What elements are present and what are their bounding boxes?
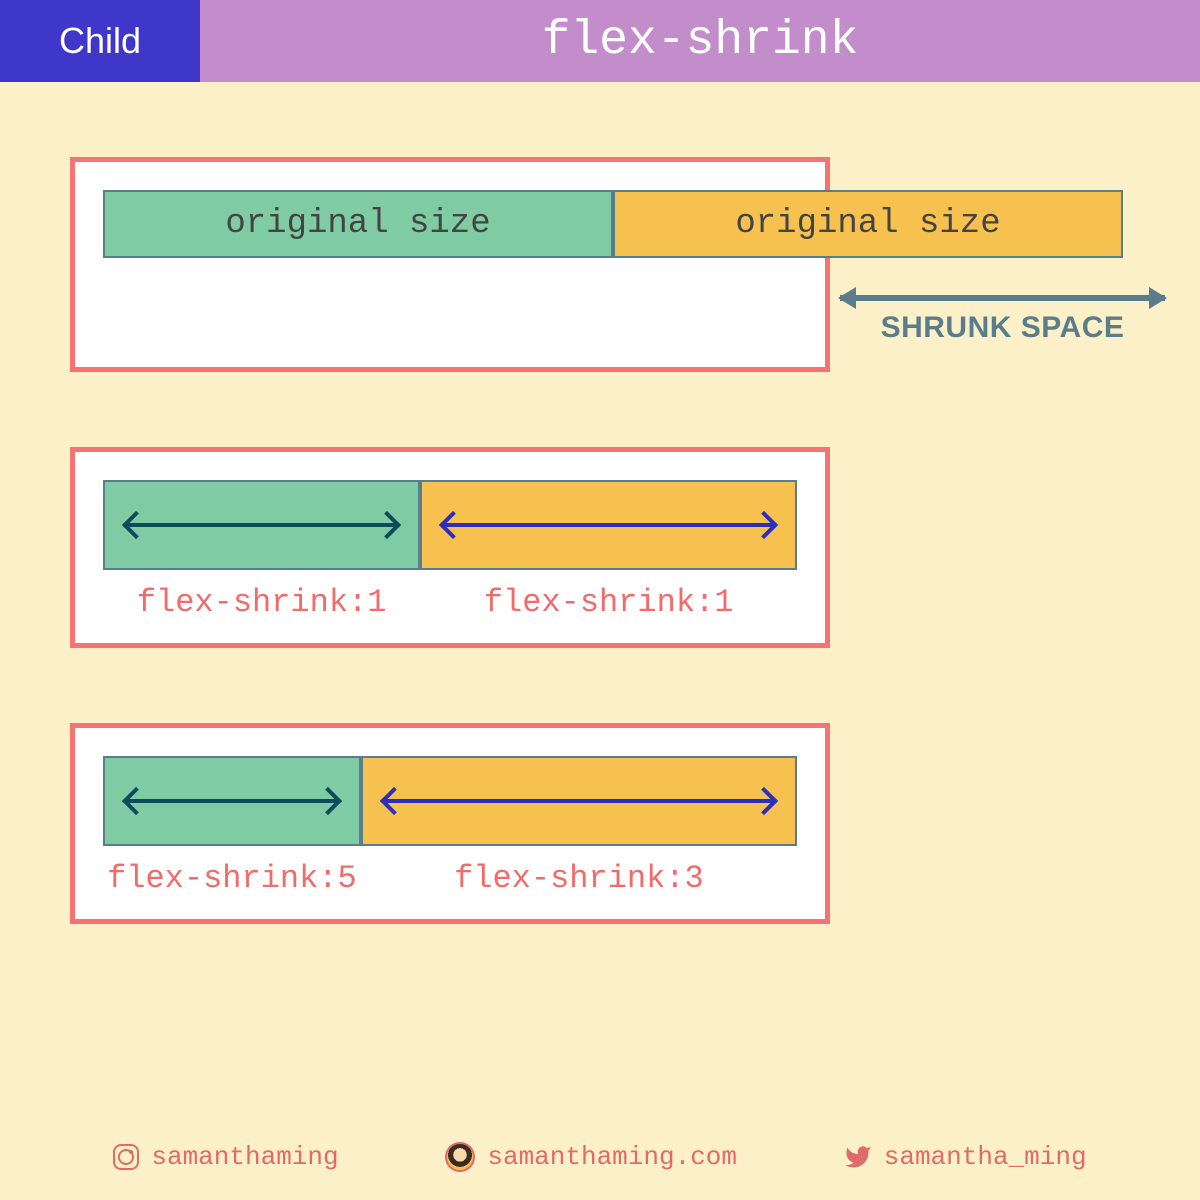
example-original-size: original size original size SHRUNK SPACE — [70, 157, 1130, 372]
footer-twitter: samantha_ming — [844, 1142, 1087, 1172]
box-green-shrink5 — [103, 756, 361, 846]
shrunk-space-indicator: SHRUNK SPACE — [840, 287, 1165, 357]
example1-row: original size original size — [103, 190, 1123, 258]
avatar-icon — [445, 1142, 475, 1172]
example2-frame: flex-shrink:1 flex-shrink:1 — [70, 447, 830, 648]
example3-labels: flex-shrink:5 flex-shrink:3 — [103, 860, 797, 897]
example1-frame: original size original size — [70, 157, 830, 372]
box-yellow-original: original size — [613, 190, 1123, 258]
header: Child flex-shrink — [0, 0, 1200, 82]
example2-row — [103, 480, 797, 570]
inward-arrow-icon — [127, 799, 337, 803]
example2-labels: flex-shrink:1 flex-shrink:1 — [103, 584, 797, 621]
example3-row — [103, 756, 797, 846]
box-yellow-shrink1 — [420, 480, 797, 570]
label-flex-shrink-5: flex-shrink:5 — [103, 860, 361, 897]
box-green-shrink1 — [103, 480, 420, 570]
inward-arrow-icon — [127, 523, 396, 527]
content: original size original size SHRUNK SPACE… — [0, 82, 1200, 924]
label-flex-shrink-1b: flex-shrink:1 — [420, 584, 797, 621]
inward-arrow-icon — [385, 799, 773, 803]
inward-arrow-icon — [444, 523, 773, 527]
instagram-handle: samanthaming — [151, 1142, 338, 1172]
footer-instagram: samanthaming — [113, 1142, 338, 1172]
double-arrow-icon — [840, 295, 1165, 301]
label-flex-shrink-1a: flex-shrink:1 — [103, 584, 420, 621]
box-yellow-shrink3 — [361, 756, 797, 846]
twitter-handle: samantha_ming — [884, 1142, 1087, 1172]
footer-website: samanthaming.com — [445, 1142, 737, 1172]
example-equal-shrink: flex-shrink:1 flex-shrink:1 — [70, 447, 1130, 648]
header-tag: Child — [0, 0, 200, 82]
example-weighted-shrink: flex-shrink:5 flex-shrink:3 — [70, 723, 1130, 924]
label-flex-shrink-3: flex-shrink:3 — [361, 860, 797, 897]
twitter-icon — [844, 1143, 872, 1171]
shrunk-space-label: SHRUNK SPACE — [840, 311, 1165, 345]
box-green-original: original size — [103, 190, 613, 258]
footer: samanthaming samanthaming.com samantha_m… — [0, 1142, 1200, 1172]
website-url: samanthaming.com — [487, 1142, 737, 1172]
header-title: flex-shrink — [200, 0, 1200, 82]
example3-frame: flex-shrink:5 flex-shrink:3 — [70, 723, 830, 924]
instagram-icon — [113, 1144, 139, 1170]
